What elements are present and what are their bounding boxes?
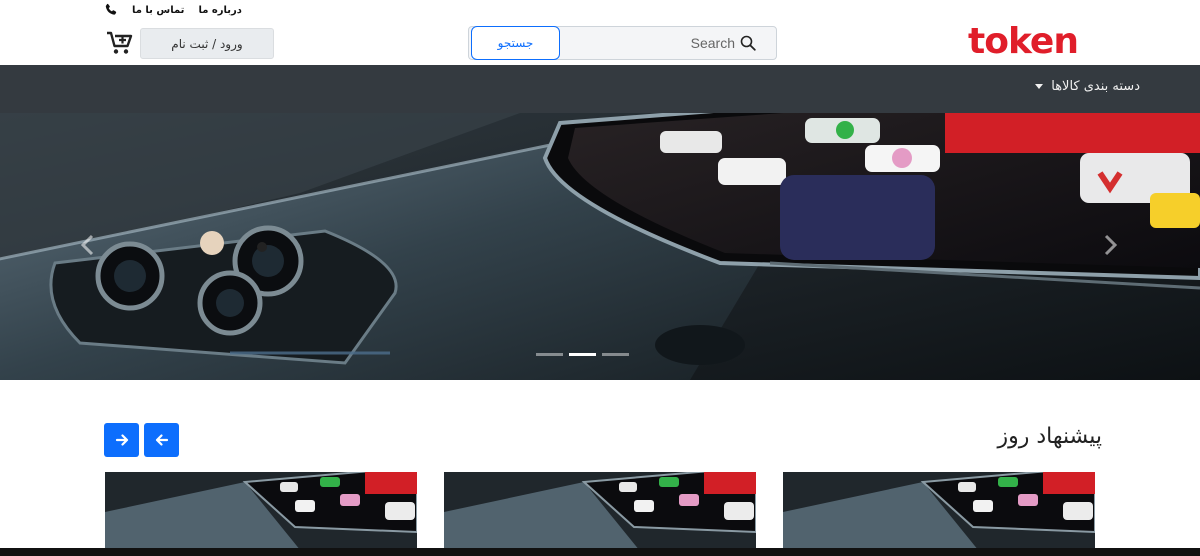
cart-icon[interactable] xyxy=(106,30,134,56)
categories-dropdown[interactable]: دسته بندی کالاها xyxy=(1035,79,1140,94)
top-links: تماس با ما درباره ما xyxy=(104,2,242,18)
product-image xyxy=(444,472,756,556)
arrow-left-icon xyxy=(155,434,168,446)
bottom-edge xyxy=(0,548,1200,556)
product-card[interactable] xyxy=(105,472,417,556)
hero-slide-image xyxy=(0,113,1200,380)
login-register-button[interactable]: ورود / ثبت نام xyxy=(140,28,274,59)
about-us-link[interactable]: درباره ما xyxy=(198,5,242,16)
search-input[interactable] xyxy=(563,27,739,59)
logo[interactable]: token xyxy=(968,20,1098,64)
navbar: دسته بندی کالاها xyxy=(0,65,1200,113)
prev-arrow-button[interactable] xyxy=(144,423,179,457)
search-button[interactable]: جستجو xyxy=(471,26,560,60)
indicator-1[interactable] xyxy=(536,353,563,356)
search-bar: جستجو xyxy=(468,26,777,60)
contact-us-link[interactable]: تماس با ما xyxy=(132,5,184,16)
chevron-right-icon[interactable] xyxy=(1100,233,1120,257)
caret-down-icon xyxy=(1035,84,1044,89)
hero-carousel xyxy=(0,113,1200,380)
next-arrow-button[interactable] xyxy=(104,423,139,457)
arrow-right-icon xyxy=(115,434,128,446)
product-card[interactable] xyxy=(444,472,756,556)
categories-label: دسته بندی کالاها xyxy=(1051,79,1140,94)
chevron-left-icon[interactable] xyxy=(78,233,98,257)
logo-text: token xyxy=(968,21,1079,62)
product-image xyxy=(783,472,1095,556)
product-card[interactable] xyxy=(783,472,1095,556)
section-title: پیشنهاد روز xyxy=(997,424,1102,449)
indicator-2[interactable] xyxy=(569,353,596,356)
carousel-indicators xyxy=(536,353,629,356)
product-image xyxy=(105,472,417,556)
phone-icon xyxy=(105,3,117,15)
indicator-3[interactable] xyxy=(602,353,629,356)
search-icon xyxy=(740,35,756,51)
